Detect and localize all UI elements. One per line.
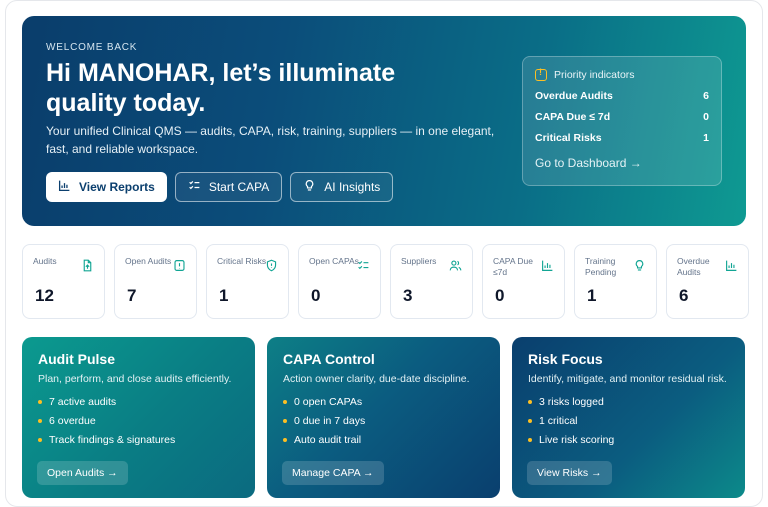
card-list: 3 risks logged 1 critical Live risk scor… [528,396,729,446]
list-item: Auto audit trail [283,434,484,446]
checklist-icon [188,179,201,195]
card-subtitle: Plan, perform, and close audits efficien… [38,373,232,385]
alert-icon [535,67,547,81]
ai-insights-label: AI Insights [324,180,381,194]
list-item: 1 critical [528,415,729,427]
stat-overdue-audits[interactable]: Overdue Audits 6 [666,244,749,319]
stat-value: 7 [127,286,137,305]
hero-eyebrow: WELCOME BACK [46,42,138,53]
hero-actions: View Reports Start CAPA AI Insights [46,172,394,202]
view-risks-button[interactable]: View Risks → [527,461,612,485]
start-capa-label: Start CAPA [208,180,270,194]
bar-chart-icon [541,259,554,272]
stat-value: 0 [311,286,321,305]
stat-value: 0 [495,286,505,305]
list-item: 0 due in 7 days [283,415,484,427]
file-upload-icon [81,259,94,272]
stat-label: Training Pending [585,256,617,277]
list-item: 6 overdue [38,415,239,427]
stat-training-pending[interactable]: Training Pending 1 [574,244,657,319]
start-capa-button[interactable]: Start CAPA [174,172,283,202]
stat-label: CAPA Due ≤7d [493,256,534,277]
priority-value: 1 [703,132,709,144]
stat-value: 12 [35,286,54,305]
view-reports-button[interactable]: View Reports [46,172,167,202]
priority-value: 6 [703,90,709,102]
card-title: CAPA Control [283,351,375,367]
stat-label: Open CAPAs [309,256,359,266]
priority-label: Critical Risks [535,132,602,144]
stat-label: Overdue Audits [677,256,710,277]
alert-file-icon [173,259,186,272]
stat-value: 3 [403,286,413,305]
list-item: 0 open CAPAs [283,396,484,408]
manage-capa-button[interactable]: Manage CAPA → [282,461,384,485]
stat-capa-due[interactable]: CAPA Due ≤7d 0 [482,244,565,319]
card-title: Risk Focus [528,351,603,367]
feature-cards: Audit Pulse Plan, perform, and close aud… [22,337,745,498]
stat-value: 6 [679,286,689,305]
priority-title-label: Priority indicators [554,69,635,81]
list-item: 7 active audits [38,396,239,408]
open-audits-button[interactable]: Open Audits → [37,461,128,485]
stat-suppliers[interactable]: Suppliers 3 [390,244,473,319]
priority-label: CAPA Due ≤ 7d [535,111,611,123]
priority-indicators-panel: Priority indicators Overdue Audits 6 CAP… [522,56,722,186]
stat-label: Open Audits [125,256,172,266]
stat-label: Critical Risks [217,256,267,266]
stat-value: 1 [219,286,229,305]
stat-audits[interactable]: Audits 12 [22,244,105,319]
priority-label: Overdue Audits [535,90,613,102]
bar-chart-icon [725,259,738,272]
list-item: Track findings & signatures [38,434,239,446]
view-reports-label: View Reports [79,180,155,194]
hero-subtitle: Your unified Clinical QMS — audits, CAPA… [46,124,495,156]
card-title: Audit Pulse [38,351,116,367]
list-item: 3 risks logged [528,396,729,408]
stat-label: Audits [33,256,57,266]
bar-chart-icon [58,179,71,195]
stats-row: Audits 12 Open Audits 7 Critical Risks 1… [22,244,749,319]
card-subtitle: Action owner clarity, due-date disciplin… [283,373,470,385]
stat-open-capas[interactable]: Open CAPAs 0 [298,244,381,319]
priority-row: Critical Risks 1 [535,132,709,144]
stat-open-audits[interactable]: Open Audits 7 [114,244,197,319]
audit-pulse-card: Audit Pulse Plan, perform, and close aud… [22,337,255,498]
priority-title: Priority indicators [535,67,709,81]
card-subtitle: Identify, mitigate, and monitor residual… [528,373,727,385]
stat-value: 1 [587,286,597,305]
go-to-dashboard-link[interactable]: Go to Dashboard → [535,156,709,170]
welcome-hero: WELCOME BACK Hi MANOHAR, let’s illuminat… [22,16,746,226]
risk-focus-card: Risk Focus Identify, mitigate, and monit… [512,337,745,498]
lightbulb-icon [303,179,316,195]
priority-row: CAPA Due ≤ 7d 0 [535,111,709,123]
hero-headline: Hi MANOHAR, let’s illuminate quality tod… [46,59,396,117]
priority-value: 0 [703,111,709,123]
list-item: Live risk scoring [528,434,729,446]
capa-control-card: CAPA Control Action owner clarity, due-d… [267,337,500,498]
ai-insights-button[interactable]: AI Insights [290,172,394,202]
card-list: 0 open CAPAs 0 due in 7 days Auto audit … [283,396,484,446]
lightbulb-icon [633,259,646,272]
checklist-icon [357,259,370,272]
card-list: 7 active audits 6 overdue Track findings… [38,396,239,446]
shield-icon [265,259,278,272]
users-icon [449,259,462,272]
priority-row: Overdue Audits 6 [535,90,709,102]
stat-label: Suppliers [401,256,437,266]
stat-critical-risks[interactable]: Critical Risks 1 [206,244,289,319]
